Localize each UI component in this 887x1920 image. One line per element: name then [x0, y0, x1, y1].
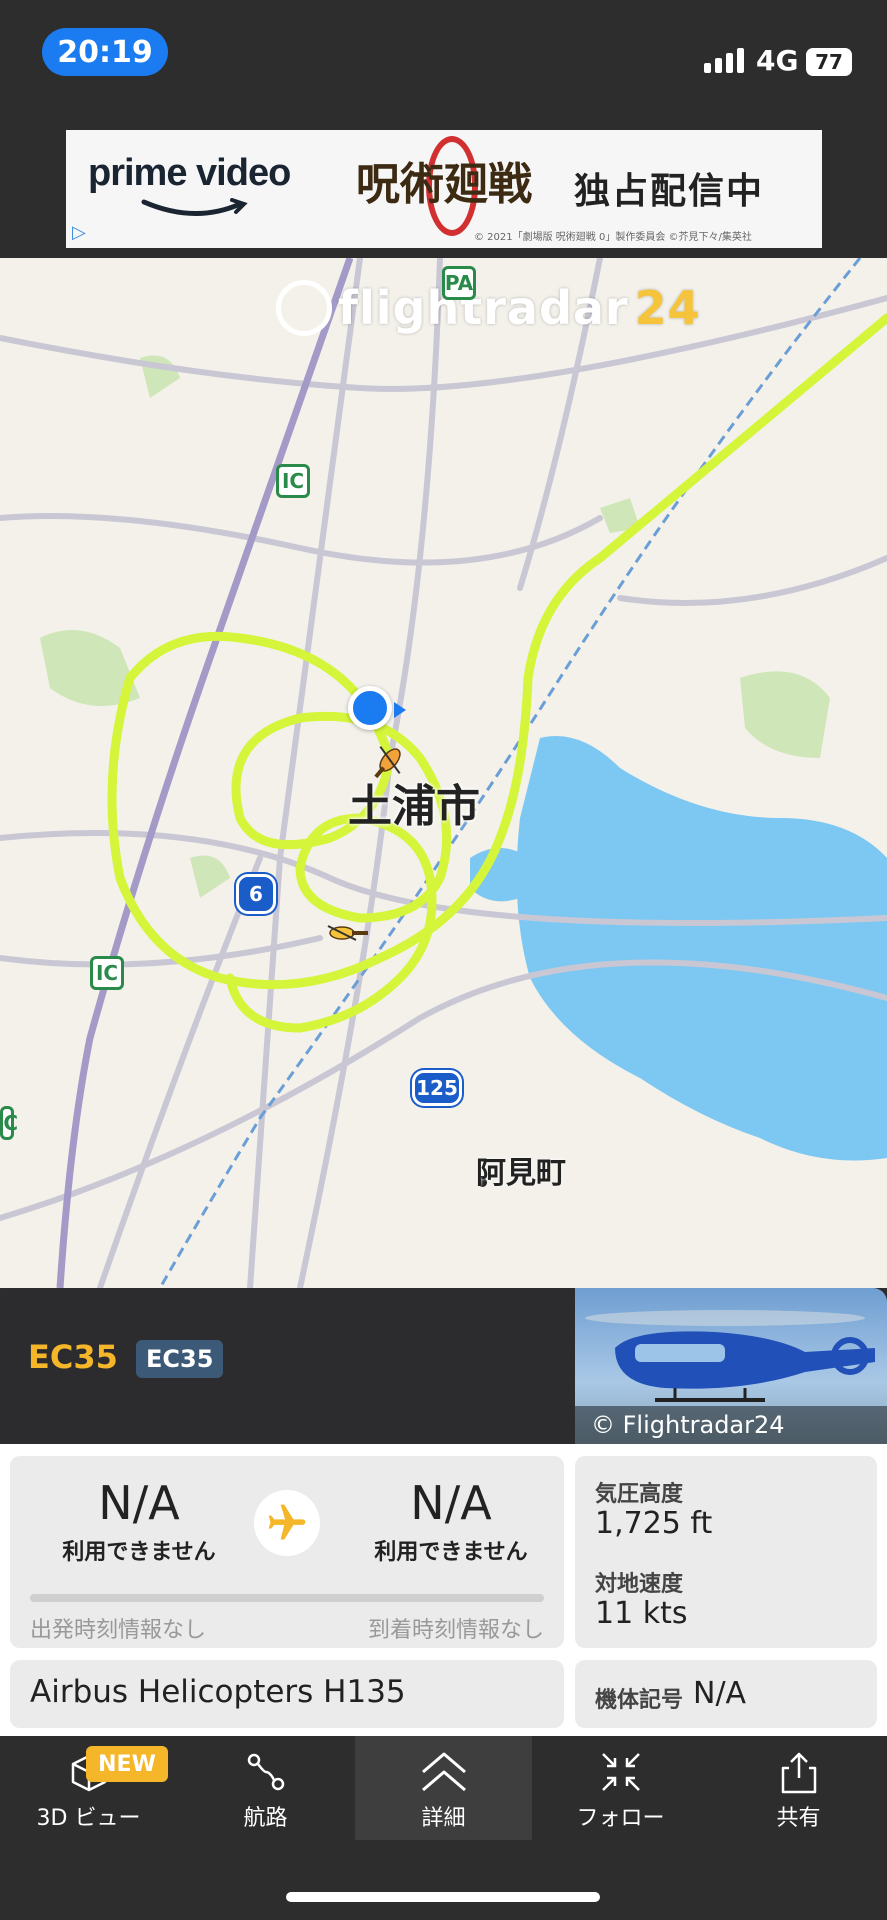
stats-card[interactable]: 気圧高度 1,725 ft 対地速度 11 kts — [575, 1456, 877, 1648]
nav-label: 3D ビュー — [36, 1806, 141, 1831]
ad-banner[interactable]: prime video 呪術廻戦 独占配信中 © 2021「劇場版 呪術廻戦 0… — [66, 130, 822, 248]
park-area — [190, 855, 230, 898]
dest-code: N/A — [410, 1476, 492, 1530]
nav-label: フォロー — [576, 1806, 665, 1831]
altitude-value: 1,725 ft — [595, 1506, 713, 1541]
nav-label: 航路 — [243, 1806, 288, 1831]
helicopter-icon[interactable] — [322, 918, 372, 948]
registration-card[interactable]: 機体記号 N/A — [575, 1660, 877, 1728]
ad-smile-icon — [141, 198, 248, 217]
photo-credit: © Flightradar24 — [575, 1406, 887, 1444]
nav-follow[interactable]: フォロー — [532, 1736, 709, 1840]
ad-brand: prime video — [88, 152, 291, 194]
route-icon — [247, 1753, 284, 1791]
nav-share[interactable]: 共有 — [710, 1736, 887, 1840]
share-icon — [781, 1752, 816, 1794]
ad-title: 呪術廻戦 — [356, 159, 532, 210]
road-shield: PA — [442, 266, 476, 300]
battery-icon: 77 — [806, 48, 852, 76]
road-shield: 6 — [236, 874, 276, 914]
chevron-up-icon — [421, 1752, 466, 1792]
model-card[interactable]: Airbus Helicopters H135 — [10, 1660, 564, 1728]
speed-label: 対地速度 — [595, 1572, 684, 1597]
arrival-note: 到着時刻情報なし — [367, 1618, 544, 1643]
signal-icon — [704, 48, 744, 73]
nav-label: 詳細 — [421, 1806, 466, 1831]
lake-water — [516, 736, 887, 1161]
radar-icon — [276, 280, 332, 336]
flightradar-watermark: flightradar 24 — [276, 280, 701, 336]
flight-progress-bar — [30, 1594, 544, 1602]
type-badge: EC35 — [136, 1340, 224, 1378]
flight-details: N/A 利用できません N/A 利用できません 出発時刻情報なし 到着時刻情報な… — [0, 1444, 887, 1736]
ad-tagline: 独占配信中 — [574, 171, 765, 212]
road-shield: IC — [90, 956, 124, 990]
ad-copyright: © 2021「劇場版 呪術廻戦 0」製作委員会 ©芥見下々/集英社 — [474, 232, 752, 243]
origin-sub: 利用できません — [62, 1540, 216, 1565]
watermark-number: 24 — [634, 281, 701, 335]
aircraft-header[interactable]: EC35 EC35 © Flightradar24 — [0, 1288, 887, 1444]
aircraft-photo[interactable]: © Flightradar24 — [575, 1288, 887, 1444]
status-time: 20:19 — [42, 28, 168, 76]
watermark-text: flightradar — [338, 281, 629, 335]
callsign: EC35 — [28, 1338, 118, 1376]
location-heading-icon — [394, 702, 406, 718]
speed-value: 11 kts — [595, 1596, 688, 1631]
altitude-label: 気圧高度 — [595, 1482, 684, 1507]
nav-label: 共有 — [776, 1806, 821, 1831]
destination: N/A 利用できません — [346, 1478, 556, 1566]
aircraft-model: Airbus Helicopters H135 — [30, 1674, 406, 1710]
ad-choices-icon[interactable]: ▷ — [72, 222, 92, 243]
my-location-dot[interactable] — [348, 686, 392, 730]
registration-value: N/A — [693, 1676, 747, 1711]
park-area — [740, 671, 830, 758]
nav-route[interactable]: 航路 — [177, 1736, 354, 1840]
road-shield: 125 — [412, 1070, 462, 1106]
helicopter-icon[interactable] — [368, 738, 412, 782]
focus-icon — [601, 1753, 640, 1791]
origin-code: N/A — [98, 1476, 180, 1530]
road-shield: IC — [276, 464, 310, 498]
plane-icon — [254, 1490, 320, 1556]
route-card[interactable]: N/A 利用できません N/A 利用できません 出発時刻情報なし 到着時刻情報な… — [10, 1456, 564, 1648]
status-bar: 20:19 4G 77 — [0, 0, 887, 120]
road-shield: IC — [0, 1106, 18, 1140]
flight-map[interactable]: flightradar24 PA IC 6 IC 125 IC 土浦市 阿見町 — [0, 258, 887, 1288]
new-badge: NEW — [86, 1746, 168, 1782]
home-indicator[interactable] — [286, 1892, 600, 1902]
network-type: 4G — [756, 44, 799, 77]
town-label: 阿見町 — [476, 1156, 566, 1191]
departure-note: 出発時刻情報なし — [30, 1618, 207, 1643]
dest-sub: 利用できません — [374, 1540, 528, 1565]
nav-details[interactable]: 詳細 — [355, 1736, 532, 1840]
origin: N/A 利用できません — [34, 1478, 244, 1566]
registration-label: 機体記号 — [595, 1688, 684, 1713]
